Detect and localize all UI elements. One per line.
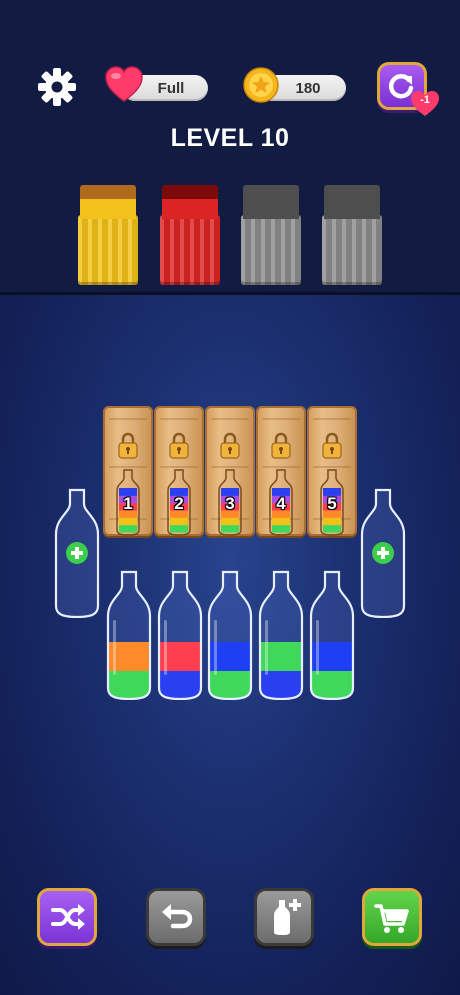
add-bottle-icon [274, 899, 301, 935]
crate-number: 4 [276, 494, 286, 513]
target-box-grey [241, 185, 301, 285]
lock-icon [220, 432, 240, 459]
undo-icon [162, 904, 193, 929]
liquid-layer [209, 670, 251, 699]
heart-icon [105, 66, 143, 102]
liquid-layer [311, 670, 353, 699]
box-body [78, 215, 138, 285]
shuffle-icon [51, 904, 85, 930]
undo-button[interactable] [146, 888, 206, 946]
box-lid [80, 185, 136, 219]
lock-icon [271, 432, 291, 459]
extra-bottle-slot-left[interactable] [54, 488, 100, 618]
restart-cost: -1 [420, 94, 430, 106]
shuffle-button[interactable] [37, 888, 97, 946]
coins-count: 180 [295, 79, 321, 97]
wood-grain [211, 418, 249, 420]
liquid-layer [311, 642, 353, 671]
lives-label: Full [157, 79, 185, 97]
crate-number: 2 [174, 494, 184, 513]
wood-grain [262, 418, 300, 420]
liquid-layer [159, 670, 201, 699]
box-lid [243, 185, 299, 219]
liquid-layer [108, 642, 150, 671]
cart-icon [374, 904, 409, 933]
bottle[interactable] [207, 570, 253, 700]
crate-number: 5 [327, 494, 337, 513]
wood-grain [313, 418, 351, 420]
bottle[interactable] [106, 570, 152, 700]
box-lid [162, 185, 218, 219]
liquid-layer [209, 642, 251, 671]
level-title: LEVEL 10 [170, 124, 290, 152]
locked-crate[interactable]: 5 [307, 406, 357, 536]
coin-icon [243, 67, 279, 103]
locked-crate[interactable]: 2 [154, 406, 204, 536]
bottle[interactable] [157, 570, 203, 700]
extra-bottle-slot-right[interactable] [360, 488, 406, 618]
lock-icon [169, 432, 189, 459]
bottle[interactable] [258, 570, 304, 700]
box-lid [324, 185, 380, 219]
lock-icon [118, 432, 138, 459]
shop-button[interactable] [362, 888, 422, 946]
add-tube-button[interactable] [254, 888, 314, 946]
wood-grain [109, 418, 147, 420]
box-body [160, 215, 220, 285]
lock-icon [322, 432, 342, 459]
crate-number: 3 [225, 494, 235, 513]
liquid-layer [159, 642, 201, 671]
locked-crate[interactable]: 1 [103, 406, 153, 536]
gear-icon [38, 68, 76, 106]
bottle[interactable] [309, 570, 355, 700]
crate-number: 1 [123, 494, 133, 513]
locked-crate[interactable]: 4 [256, 406, 306, 536]
box-body [322, 215, 382, 285]
settings-button[interactable] [36, 66, 78, 108]
target-box-yellow [78, 185, 138, 285]
box-body [241, 215, 301, 285]
liquid-layer [260, 642, 302, 671]
locked-crate[interactable]: 3 [205, 406, 255, 536]
wood-grain [160, 418, 198, 420]
target-box-grey [322, 185, 382, 285]
target-box-red [160, 185, 220, 285]
restart-cost-badge: -1 [410, 90, 440, 118]
liquid-layer [260, 670, 302, 699]
liquid-layer [108, 670, 150, 699]
